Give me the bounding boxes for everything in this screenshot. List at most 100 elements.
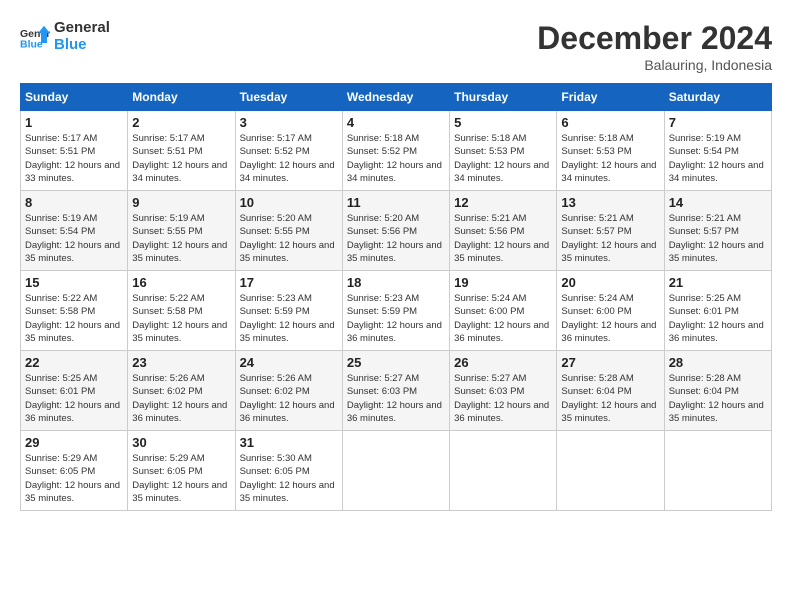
daylight-text: Daylight: 12 hours and 36 minutes. <box>132 399 230 426</box>
calendar-cell: 28 Sunrise: 5:28 AM Sunset: 6:04 PM Dayl… <box>664 351 771 431</box>
day-number: 19 <box>454 275 552 290</box>
logo: General Blue General Blue <box>20 20 110 53</box>
page-header: General Blue General Blue December 2024 … <box>20 20 772 73</box>
day-detail: Sunrise: 5:27 AM Sunset: 6:03 PM Dayligh… <box>454 372 552 425</box>
sunrise-text: Sunrise: 5:25 AM <box>25 372 123 385</box>
daylight-text: Daylight: 12 hours and 34 minutes. <box>561 159 659 186</box>
day-number: 13 <box>561 195 659 210</box>
day-detail: Sunrise: 5:25 AM Sunset: 6:01 PM Dayligh… <box>669 292 767 345</box>
day-number: 24 <box>240 355 338 370</box>
calendar-cell <box>664 431 771 511</box>
calendar-header-row: Sunday Monday Tuesday Wednesday Thursday… <box>21 84 772 111</box>
calendar-cell: 9 Sunrise: 5:19 AM Sunset: 5:55 PM Dayli… <box>128 191 235 271</box>
day-number: 18 <box>347 275 445 290</box>
sunrise-text: Sunrise: 5:25 AM <box>669 292 767 305</box>
sunrise-text: Sunrise: 5:29 AM <box>132 452 230 465</box>
sunset-text: Sunset: 5:58 PM <box>25 305 123 318</box>
calendar-cell: 22 Sunrise: 5:25 AM Sunset: 6:01 PM Dayl… <box>21 351 128 431</box>
calendar-cell: 16 Sunrise: 5:22 AM Sunset: 5:58 PM Dayl… <box>128 271 235 351</box>
sunset-text: Sunset: 6:01 PM <box>25 385 123 398</box>
calendar-cell: 25 Sunrise: 5:27 AM Sunset: 6:03 PM Dayl… <box>342 351 449 431</box>
calendar-cell <box>450 431 557 511</box>
day-detail: Sunrise: 5:23 AM Sunset: 5:59 PM Dayligh… <box>240 292 338 345</box>
day-detail: Sunrise: 5:24 AM Sunset: 6:00 PM Dayligh… <box>561 292 659 345</box>
sunrise-text: Sunrise: 5:26 AM <box>240 372 338 385</box>
logo-blue: Blue <box>54 37 110 54</box>
sunset-text: Sunset: 5:55 PM <box>240 225 338 238</box>
daylight-text: Daylight: 12 hours and 35 minutes. <box>240 239 338 266</box>
day-detail: Sunrise: 5:17 AM Sunset: 5:52 PM Dayligh… <box>240 132 338 185</box>
day-number: 29 <box>25 435 123 450</box>
day-number: 27 <box>561 355 659 370</box>
sunrise-text: Sunrise: 5:20 AM <box>347 212 445 225</box>
daylight-text: Daylight: 12 hours and 35 minutes. <box>132 479 230 506</box>
day-number: 20 <box>561 275 659 290</box>
sunrise-text: Sunrise: 5:17 AM <box>25 132 123 145</box>
calendar-cell: 17 Sunrise: 5:23 AM Sunset: 5:59 PM Dayl… <box>235 271 342 351</box>
calendar-cell: 11 Sunrise: 5:20 AM Sunset: 5:56 PM Dayl… <box>342 191 449 271</box>
calendar-table: Sunday Monday Tuesday Wednesday Thursday… <box>20 83 772 511</box>
sunset-text: Sunset: 6:00 PM <box>561 305 659 318</box>
day-detail: Sunrise: 5:29 AM Sunset: 6:05 PM Dayligh… <box>25 452 123 505</box>
day-number: 4 <box>347 115 445 130</box>
sunrise-text: Sunrise: 5:24 AM <box>454 292 552 305</box>
logo-general: General <box>54 19 110 36</box>
calendar-cell: 21 Sunrise: 5:25 AM Sunset: 6:01 PM Dayl… <box>664 271 771 351</box>
day-detail: Sunrise: 5:22 AM Sunset: 5:58 PM Dayligh… <box>132 292 230 345</box>
sunset-text: Sunset: 5:55 PM <box>132 225 230 238</box>
day-detail: Sunrise: 5:28 AM Sunset: 6:04 PM Dayligh… <box>669 372 767 425</box>
sunrise-text: Sunrise: 5:26 AM <box>132 372 230 385</box>
sunset-text: Sunset: 5:57 PM <box>669 225 767 238</box>
sunrise-text: Sunrise: 5:19 AM <box>132 212 230 225</box>
day-number: 23 <box>132 355 230 370</box>
calendar-cell: 24 Sunrise: 5:26 AM Sunset: 6:02 PM Dayl… <box>235 351 342 431</box>
sunset-text: Sunset: 6:02 PM <box>240 385 338 398</box>
sunset-text: Sunset: 5:54 PM <box>669 145 767 158</box>
calendar-week-row: 22 Sunrise: 5:25 AM Sunset: 6:01 PM Dayl… <box>21 351 772 431</box>
sunrise-text: Sunrise: 5:27 AM <box>454 372 552 385</box>
daylight-text: Daylight: 12 hours and 36 minutes. <box>240 399 338 426</box>
day-number: 8 <box>25 195 123 210</box>
sunset-text: Sunset: 5:52 PM <box>347 145 445 158</box>
day-detail: Sunrise: 5:18 AM Sunset: 5:53 PM Dayligh… <box>454 132 552 185</box>
sunrise-text: Sunrise: 5:28 AM <box>669 372 767 385</box>
location: Balauring, Indonesia <box>537 57 772 73</box>
title-block: December 2024 Balauring, Indonesia <box>537 20 772 73</box>
sunrise-text: Sunrise: 5:21 AM <box>561 212 659 225</box>
logo-icon: General Blue <box>20 22 50 52</box>
day-number: 17 <box>240 275 338 290</box>
calendar-cell: 3 Sunrise: 5:17 AM Sunset: 5:52 PM Dayli… <box>235 111 342 191</box>
col-saturday: Saturday <box>664 84 771 111</box>
sunrise-text: Sunrise: 5:23 AM <box>240 292 338 305</box>
sunrise-text: Sunrise: 5:22 AM <box>25 292 123 305</box>
day-detail: Sunrise: 5:19 AM Sunset: 5:54 PM Dayligh… <box>669 132 767 185</box>
day-number: 25 <box>347 355 445 370</box>
day-number: 10 <box>240 195 338 210</box>
day-number: 11 <box>347 195 445 210</box>
sunrise-text: Sunrise: 5:17 AM <box>240 132 338 145</box>
calendar-cell: 31 Sunrise: 5:30 AM Sunset: 6:05 PM Dayl… <box>235 431 342 511</box>
day-number: 14 <box>669 195 767 210</box>
daylight-text: Daylight: 12 hours and 35 minutes. <box>240 319 338 346</box>
col-sunday: Sunday <box>21 84 128 111</box>
day-detail: Sunrise: 5:21 AM Sunset: 5:57 PM Dayligh… <box>561 212 659 265</box>
calendar-week-row: 15 Sunrise: 5:22 AM Sunset: 5:58 PM Dayl… <box>21 271 772 351</box>
daylight-text: Daylight: 12 hours and 34 minutes. <box>240 159 338 186</box>
day-number: 3 <box>240 115 338 130</box>
daylight-text: Daylight: 12 hours and 34 minutes. <box>132 159 230 186</box>
calendar-cell: 12 Sunrise: 5:21 AM Sunset: 5:56 PM Dayl… <box>450 191 557 271</box>
daylight-text: Daylight: 12 hours and 35 minutes. <box>25 239 123 266</box>
calendar-cell: 20 Sunrise: 5:24 AM Sunset: 6:00 PM Dayl… <box>557 271 664 351</box>
calendar-cell: 23 Sunrise: 5:26 AM Sunset: 6:02 PM Dayl… <box>128 351 235 431</box>
sunset-text: Sunset: 5:54 PM <box>25 225 123 238</box>
daylight-text: Daylight: 12 hours and 36 minutes. <box>561 319 659 346</box>
col-monday: Monday <box>128 84 235 111</box>
day-detail: Sunrise: 5:29 AM Sunset: 6:05 PM Dayligh… <box>132 452 230 505</box>
col-wednesday: Wednesday <box>342 84 449 111</box>
day-number: 6 <box>561 115 659 130</box>
day-detail: Sunrise: 5:18 AM Sunset: 5:53 PM Dayligh… <box>561 132 659 185</box>
day-detail: Sunrise: 5:20 AM Sunset: 5:55 PM Dayligh… <box>240 212 338 265</box>
daylight-text: Daylight: 12 hours and 34 minutes. <box>454 159 552 186</box>
calendar-cell: 7 Sunrise: 5:19 AM Sunset: 5:54 PM Dayli… <box>664 111 771 191</box>
day-number: 26 <box>454 355 552 370</box>
